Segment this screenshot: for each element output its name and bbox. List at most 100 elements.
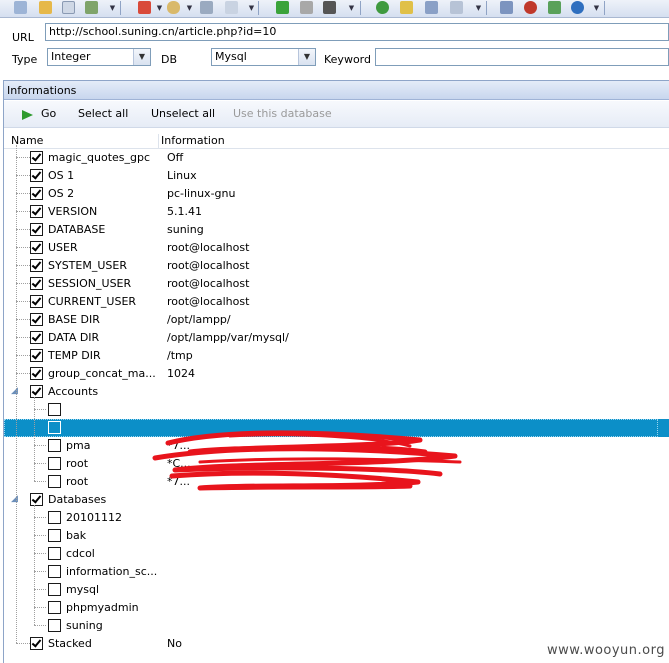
column-divider[interactable] [158,134,159,148]
checkbox[interactable] [48,601,61,614]
column-header: Name Information [4,134,669,149]
tree-item-name: OS 2 [48,187,75,200]
chevron-down-icon[interactable]: ▼ [592,1,601,15]
database-row[interactable]: information_sc... [4,563,669,581]
info-row[interactable]: CURRENT_USER root@localhost [4,293,669,311]
checked-checkbox[interactable] [30,205,43,218]
checkbox[interactable] [48,457,61,470]
info-row[interactable]: SYSTEM_USER root@localhost [4,257,669,275]
checkbox[interactable] [48,439,61,452]
account-row[interactable]: root *7... [4,473,669,491]
checkbox[interactable] [48,475,61,488]
account-row[interactable]: root *C... [4,455,669,473]
checked-checkbox[interactable] [30,187,43,200]
chevron-down-icon[interactable]: ▼ [298,49,315,65]
checked-checkbox[interactable] [30,277,43,290]
chevron-down-icon[interactable]: ▼ [133,49,150,65]
checked-checkbox[interactable] [30,637,43,650]
keyword-input[interactable] [375,48,669,66]
checkbox[interactable] [48,547,61,560]
go-arrow-icon[interactable] [22,110,33,120]
bug-icon[interactable] [524,1,537,14]
checkbox[interactable] [48,403,61,416]
search-icon[interactable] [14,1,27,14]
url-input[interactable]: http://school.suning.cn/article.php?id=1… [45,23,669,41]
checked-checkbox[interactable] [30,169,43,182]
info-row[interactable]: USER root@localhost [4,239,669,257]
checked-checkbox[interactable] [30,259,43,272]
checked-checkbox[interactable] [30,385,43,398]
checked-checkbox[interactable] [30,349,43,362]
chevron-down-icon[interactable]: ▼ [108,1,117,15]
info-row[interactable]: TEMP DIR/tmp [4,347,669,365]
tool-icon[interactable] [200,1,213,14]
database-row[interactable]: suning [4,617,669,635]
go-button[interactable]: Go [41,107,56,120]
stop-icon[interactable] [323,1,336,14]
save-icon[interactable] [62,1,75,14]
checked-checkbox[interactable] [30,223,43,236]
type-select[interactable]: Integer ▼ [47,48,151,66]
checkbox[interactable] [48,619,61,632]
key-icon[interactable] [400,1,413,14]
flag-icon[interactable] [138,1,151,14]
unselect-all-button[interactable]: Unselect all [151,107,215,120]
info-row[interactable]: SESSION_USER root@localhost [4,275,669,293]
checkbox[interactable] [48,511,61,524]
checked-checkbox[interactable] [30,151,43,164]
info-row[interactable]: OS 1 Linux [4,167,669,185]
tree-item-information: 1024 [167,367,195,380]
info-row[interactable]: OS 2 pc-linux-gnu [4,185,669,203]
copy-icon[interactable] [85,1,98,14]
checked-checkbox[interactable] [30,313,43,326]
information-column-header[interactable]: Information [161,134,225,148]
info-row[interactable]: DATABASE suning [4,221,669,239]
chevron-down-icon[interactable]: ▼ [247,1,256,15]
user-icon[interactable] [425,1,438,14]
chevron-down-icon[interactable]: ▼ [347,1,356,15]
open-icon[interactable] [39,1,52,14]
database-row[interactable]: phpmyadmin [4,599,669,617]
checked-checkbox[interactable] [30,493,43,506]
info-icon[interactable] [571,1,584,14]
chevron-down-icon[interactable]: ▼ [185,1,194,15]
checkbox[interactable] [48,421,61,434]
tree-item-information: root@localhost [167,241,250,254]
info-row[interactable]: VERSION 5.1.41 [4,203,669,221]
checked-checkbox[interactable] [30,331,43,344]
database-row[interactable]: cdcol [4,545,669,563]
database-row[interactable]: bak [4,527,669,545]
help-icon[interactable] [376,1,389,14]
info-row[interactable]: DATA DIR/opt/lampp/var/mysql/ [4,329,669,347]
palette-icon[interactable] [167,1,180,14]
account-row[interactable]: pma *7... [4,437,669,455]
use-database-button[interactable]: Use this database [233,107,332,120]
checked-checkbox[interactable] [30,295,43,308]
checkbox[interactable] [48,529,61,542]
account-row[interactable] [4,419,669,437]
chevron-down-icon[interactable]: ▼ [474,1,483,15]
search-tool-icon[interactable] [450,1,463,14]
account-row[interactable] [4,401,669,419]
database-row[interactable]: 20101112 [4,509,669,527]
toolbar-separator [486,1,487,15]
pause-icon[interactable] [300,1,313,14]
checkbox[interactable] [48,565,61,578]
select-all-button[interactable]: Select all [78,107,128,120]
info-row[interactable]: BASE DIR/opt/lampp/ [4,311,669,329]
info-row[interactable]: magic_quotes_gpc Off [4,149,669,167]
home-icon[interactable] [500,1,513,14]
databases-group-row[interactable]: Databases [4,491,669,509]
info-row[interactable]: group_concat_ma... 1024 [4,365,669,383]
tree-item-name: root [66,457,89,470]
checked-checkbox[interactable] [30,367,43,380]
database-row[interactable]: mysql [4,581,669,599]
play-icon[interactable] [276,1,289,14]
accounts-group-row[interactable]: Accounts [4,383,669,401]
db-select[interactable]: Mysql ▼ [211,48,316,66]
chevron-down-icon[interactable]: ▼ [155,1,164,15]
refresh-icon[interactable] [548,1,561,14]
doc-icon[interactable] [225,1,238,14]
checkbox[interactable] [48,583,61,596]
checked-checkbox[interactable] [30,241,43,254]
